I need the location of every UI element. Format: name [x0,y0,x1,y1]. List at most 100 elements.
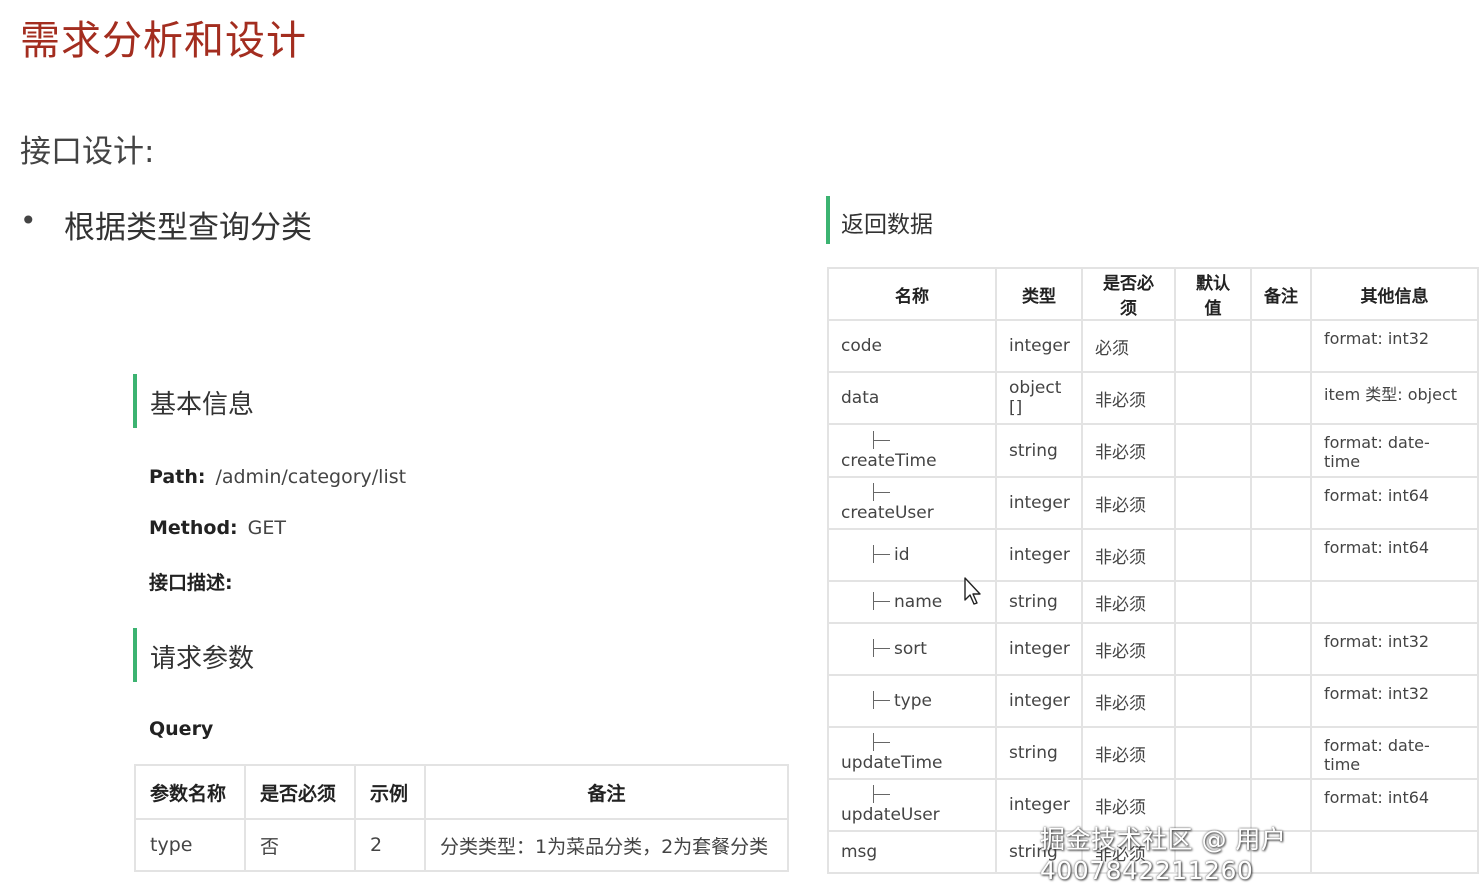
table-header-cell: 其他信息 [1310,267,1479,321]
table-header-cell: 备注 [1250,267,1312,321]
field-name: updateUser [841,805,940,825]
table-header-cell: 类型 [995,267,1083,321]
table-cell [1250,622,1312,676]
table-cell: string [995,580,1083,624]
response-data-title: 返回数据 [841,212,933,238]
path-label: Path: [149,466,206,488]
field-name: updateTime [841,753,943,773]
table-cell: 非必须 [1081,622,1176,676]
response-table: 名称 类型 是否必须 默认值 备注 其他信息 code integer 必须 form… [827,267,1479,874]
mouse-cursor-icon [964,577,981,605]
table-cell [1250,528,1312,582]
table-cell: integer [995,622,1083,676]
field-name: createUser [841,503,934,523]
table-row: type 否 2 分类类型：1为菜品分类，2为套餐分类 [134,818,789,872]
field-name: id [894,545,910,565]
desc-label: 接口描述: [149,572,233,594]
watermark: 掘金技术社区 @ 用户4007842211260 [1040,825,1287,885]
table-cell: format: int32 [1310,319,1479,373]
table-cell [1250,726,1312,780]
table-cell [1250,423,1312,478]
table-cell: 非必须 [1081,528,1176,582]
field-name: sort [894,639,927,659]
section-accent-bar [133,628,137,682]
tree-branch-icon [873,483,890,501]
table-header-cell: 默认值 [1174,267,1252,321]
table-row: code integer 必须 format: int32 [827,319,1479,373]
table-cell [1174,371,1252,425]
section-accent-bar [826,196,830,244]
table-cell: format: int64 [1310,528,1479,582]
table-cell: format: int32 [1310,622,1479,676]
table-row: sort integer 非必须 format: int32 [827,622,1479,676]
table-cell [1250,476,1312,530]
path-row: Path: /admin/category/list [149,466,406,488]
table-header-cell: 是否必须 [1081,267,1176,321]
table-cell: sort [827,622,997,676]
table-cell [1310,580,1479,624]
table-cell: 必须 [1081,319,1176,373]
tree-branch-icon [873,592,890,610]
table-cell: 非必须 [1081,580,1176,624]
method-row: Method: GET [149,517,286,539]
table-cell: integer [995,476,1083,530]
table-cell: integer [995,319,1083,373]
tree-branch-icon [873,691,890,709]
section-accent-bar [133,374,137,428]
page-title: 需求分析和设计 [20,18,307,64]
table-cell [1250,580,1312,624]
table-cell: createUser [827,476,997,530]
table-cell: updateTime [827,726,997,780]
table-row: name string 非必须 [827,580,1479,624]
table-cell: 否 [244,818,356,872]
query-label: Query [149,718,214,740]
field-name: createTime [841,450,937,471]
table-cell: integer [995,528,1083,582]
table-header-cell: 参数名称 [134,764,246,820]
table-cell: id [827,528,997,582]
table-row: data object [] 非必须 item 类型: object [827,371,1479,425]
table-cell: msg [827,830,997,874]
table-cell: 非必须 [1081,371,1176,425]
table-cell: string [995,726,1083,780]
section-heading: 接口设计: [20,134,155,170]
table-cell [1174,423,1252,478]
table-cell [1174,580,1252,624]
table-cell: format: int64 [1310,476,1479,530]
table-row: createUser integer 非必须 format: int64 [827,476,1479,530]
table-cell: 非必须 [1081,674,1176,728]
basic-info-title: 基本信息 [150,390,255,420]
tree-branch-icon [873,785,890,803]
table-cell: createTime [827,423,997,478]
path-value: /admin/category/list [215,466,407,488]
tree-branch-icon [873,430,890,449]
field-name: type [894,691,932,711]
table-cell: 分类类型：1为菜品分类，2为套餐分类 [424,818,789,872]
table-cell [1174,528,1252,582]
table-row: createTime string 非必须 format: date-time [827,423,1479,478]
table-cell: 2 [354,818,426,872]
bullet-icon: • [20,204,37,237]
request-params-title: 请求参数 [150,644,255,674]
table-cell: integer [995,674,1083,728]
tree-branch-icon [873,545,890,563]
table-header-cell: 备注 [424,764,789,820]
tree-branch-icon [873,639,890,657]
desc-row: 接口描述: [149,568,233,595]
table-cell [1250,371,1312,425]
table-cell: format: date-time [1310,726,1479,780]
table-cell: 非必须 [1081,726,1176,780]
table-cell [1250,319,1312,373]
table-cell: format: int32 [1310,674,1479,728]
table-cell: format: date-time [1310,423,1479,478]
table-cell: 非必须 [1081,476,1176,530]
table-row: updateTime string 非必须 format: date-time [827,726,1479,780]
table-cell: type [134,818,246,872]
table-header-cell: 名称 [827,267,997,321]
table-header-cell: 示例 [354,764,426,820]
table-cell: item 类型: object [1310,371,1479,425]
field-name: name [894,592,943,612]
table-header-row: 名称 类型 是否必须 默认值 备注 其他信息 [827,267,1479,321]
table-header-row: 参数名称 是否必须 示例 备注 [134,764,789,820]
bullet-item: 根据类型查询分类 [64,210,312,246]
